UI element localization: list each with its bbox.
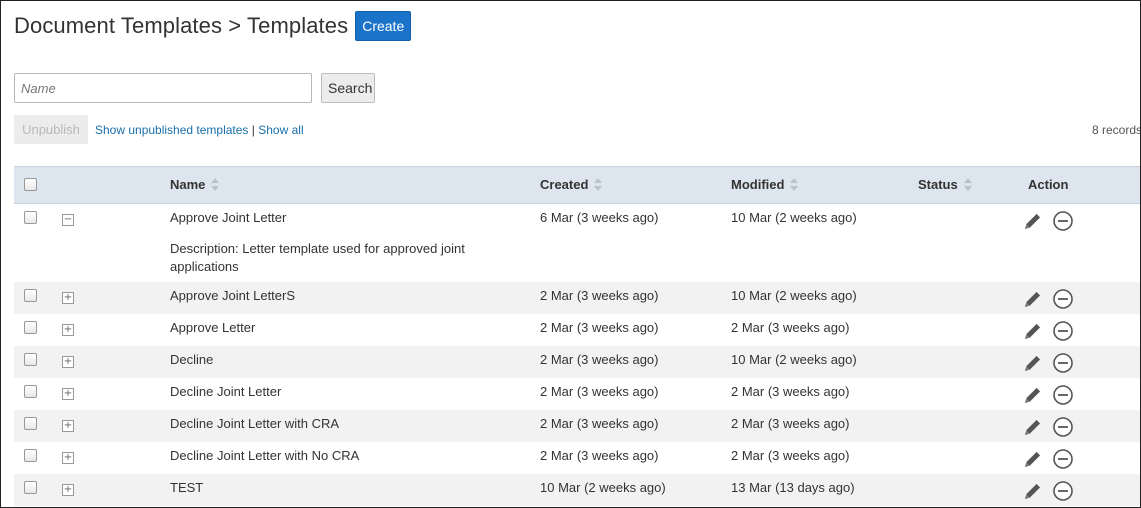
row-name: Approve Joint LetterS (170, 288, 296, 303)
unpublish-button[interactable]: Unpublish (14, 115, 88, 144)
pencil-icon[interactable] (1022, 448, 1044, 470)
minus-circle-icon[interactable] (1052, 480, 1074, 502)
column-action-label: Action (1028, 177, 1069, 192)
row-checkbox[interactable] (24, 385, 37, 398)
minus-circle-icon[interactable] (1052, 384, 1074, 406)
row-name: TEST (170, 480, 204, 495)
expand-icon[interactable]: + (62, 484, 74, 496)
expand-icon[interactable]: + (62, 452, 74, 464)
expand-icon[interactable]: + (62, 324, 74, 336)
column-name-header[interactable]: Name (170, 177, 220, 192)
row-modified: 2 Mar (3 weeks ago) (731, 448, 850, 463)
column-modified-header[interactable]: Modified (731, 177, 799, 192)
show-all-link[interactable]: Show all (258, 123, 303, 137)
row-checkbox[interactable] (24, 449, 37, 462)
table-row: + Decline Joint Letter with CRA 2 Mar (3 w… (14, 410, 1140, 442)
filter-separator: | (251, 123, 255, 137)
row-modified: 10 Mar (2 weeks ago) (731, 352, 857, 367)
table-row: + Approve Letter 2 Mar (3 weeks ago) 2 Mar … (14, 314, 1140, 346)
row-checkbox[interactable] (24, 211, 37, 224)
row-modified: 2 Mar (3 weeks ago) (731, 320, 850, 335)
select-all-checkbox[interactable] (24, 178, 37, 191)
table-header: Name Created Modified Status Action (14, 166, 1140, 204)
row-created: 2 Mar (3 weeks ago) (540, 384, 659, 399)
minus-circle-icon[interactable] (1052, 448, 1074, 470)
pencil-icon[interactable] (1022, 416, 1044, 438)
table-row: − Approve Joint Letter 6 Mar (3 weeks ago)… (14, 204, 1140, 282)
column-created-header[interactable]: Created (540, 177, 603, 192)
collapse-icon[interactable]: − (62, 214, 74, 226)
minus-circle-icon[interactable] (1052, 320, 1074, 342)
column-created-label: Created (540, 177, 589, 192)
pencil-icon[interactable] (1022, 288, 1044, 310)
column-modified-label: Modified (731, 177, 785, 192)
row-name: Approve Joint Letter (170, 210, 287, 225)
row-modified: 10 Mar (2 weeks ago) (731, 210, 857, 225)
table-row: + Decline Joint Letter 2 Mar (3 weeks ago)… (14, 378, 1140, 410)
minus-circle-icon[interactable] (1052, 288, 1074, 310)
row-created: 2 Mar (3 weeks ago) (540, 288, 659, 303)
column-status-header[interactable]: Status (918, 177, 973, 192)
sort-icon (594, 178, 603, 191)
create-button[interactable]: Create (355, 11, 412, 41)
pencil-icon[interactable] (1022, 384, 1044, 406)
expand-icon[interactable]: + (62, 356, 74, 368)
row-created: 2 Mar (3 weeks ago) (540, 352, 659, 367)
column-action-header: Action (1028, 177, 1068, 192)
row-name: Approve Letter (170, 320, 256, 335)
row-checkbox[interactable] (24, 289, 37, 302)
sort-icon (790, 178, 799, 191)
row-modified: 10 Mar (2 weeks ago) (731, 288, 857, 303)
filter-links: Show unpublished templates | Show all (95, 123, 304, 137)
column-name-label: Name (170, 177, 206, 192)
expand-icon[interactable]: + (62, 388, 74, 400)
templates-table: Name Created Modified Status Action − App… (14, 166, 1140, 506)
row-modified: 13 Mar (13 days ago) (731, 480, 855, 495)
row-checkbox[interactable] (24, 321, 37, 334)
row-checkbox[interactable] (24, 353, 37, 366)
row-created: 6 Mar (3 weeks ago) (540, 210, 659, 225)
pencil-icon[interactable] (1022, 352, 1044, 374)
pencil-icon[interactable] (1022, 480, 1044, 502)
row-modified: 2 Mar (3 weeks ago) (731, 384, 850, 399)
minus-circle-icon[interactable] (1052, 352, 1074, 374)
search-button[interactable]: Search (321, 73, 375, 103)
row-name: Decline Joint Letter (170, 384, 282, 399)
row-modified: 2 Mar (3 weeks ago) (731, 416, 850, 431)
row-created: 2 Mar (3 weeks ago) (540, 320, 659, 335)
row-created: 2 Mar (3 weeks ago) (540, 416, 659, 431)
record-count: 8 records (1092, 123, 1141, 137)
show-unpublished-link[interactable]: Show unpublished templates (95, 123, 248, 137)
table-row: + Decline Joint Letter with No CRA 2 Mar (… (14, 442, 1140, 474)
row-description: Description: Letter template used for ap… (170, 241, 465, 274)
row-checkbox[interactable] (24, 417, 37, 430)
pencil-icon[interactable] (1022, 210, 1044, 232)
expand-icon[interactable]: + (62, 292, 74, 304)
minus-circle-icon[interactable] (1052, 210, 1074, 232)
sort-icon (211, 178, 220, 191)
table-row: + Decline 2 Mar (3 weeks ago) 10 Mar (2 wee… (14, 346, 1140, 378)
sort-icon (963, 178, 973, 191)
row-name: Decline (170, 352, 214, 367)
header: Document Templates > Templates Create (14, 11, 412, 41)
column-status-label: Status (918, 177, 958, 192)
pencil-icon[interactable] (1022, 320, 1044, 342)
row-name: Decline Joint Letter with No CRA (170, 448, 360, 463)
row-created: 2 Mar (3 weeks ago) (540, 448, 659, 463)
row-name: Decline Joint Letter with CRA (170, 416, 340, 431)
page: Document Templates > Templates Create Se… (0, 0, 1141, 508)
table-row: + Approve Joint LetterS 2 Mar (3 weeks ago… (14, 282, 1140, 314)
row-created: 10 Mar (2 weeks ago) (540, 480, 666, 495)
row-checkbox[interactable] (24, 481, 37, 494)
search-input[interactable] (14, 73, 312, 103)
table-body: − Approve Joint Letter 6 Mar (3 weeks ago)… (14, 204, 1140, 506)
minus-circle-icon[interactable] (1052, 416, 1074, 438)
expand-icon[interactable]: + (62, 420, 74, 432)
table-row: + TEST 10 Mar (2 weeks ago) 13 Mar (13 days… (14, 474, 1140, 506)
page-title: Document Templates > Templates (14, 13, 349, 38)
